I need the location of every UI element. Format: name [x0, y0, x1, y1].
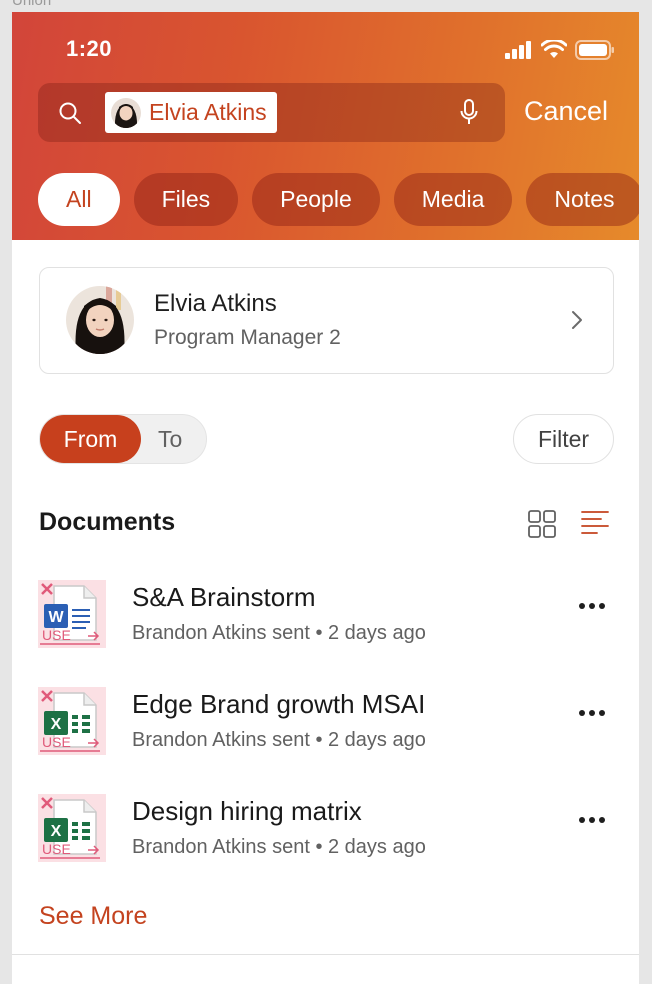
search-chip-name: Elvia Atkins	[149, 99, 267, 125]
more-options-icon[interactable]	[578, 709, 606, 717]
watermark-text: USE	[42, 841, 71, 857]
documents-heading: Documents	[39, 508, 176, 536]
from-option[interactable]: From	[40, 415, 141, 463]
battery-icon	[575, 40, 614, 60]
more-options-icon[interactable]	[578, 602, 606, 610]
document-meta: Brandon Atkins sent • 2 days ago	[132, 729, 426, 751]
excel-file-icon: X USE	[38, 687, 106, 755]
person-name: Elvia Atkins	[154, 290, 277, 317]
filter-button[interactable]: Filter	[513, 414, 614, 464]
document-meta: Brandon Atkins sent • 2 days ago	[132, 836, 426, 858]
list-item[interactable]: X USE Design hiring matrix Brandon Atkin…	[12, 794, 639, 884]
grid-view-icon[interactable]	[528, 510, 556, 538]
divider	[12, 954, 639, 955]
watermark-text: USE	[42, 734, 71, 750]
person-job-title: Program Manager 2	[154, 326, 341, 349]
search-person-chip[interactable]: Elvia Atkins	[105, 92, 277, 133]
excel-app-letter: X	[51, 823, 62, 840]
excel-app-letter: X	[51, 716, 62, 733]
search-header: 1:20 Elvia Atkins Cancel All Files Peopl…	[12, 12, 639, 240]
list-item[interactable]: W USE S&A Brainstorm Brandon Atkins sent…	[12, 580, 639, 670]
word-file-icon: W USE	[38, 580, 106, 648]
document-name: S&A Brainstorm	[132, 582, 316, 612]
chip-avatar	[111, 97, 141, 128]
cancel-button[interactable]: Cancel	[524, 96, 608, 127]
tab-all[interactable]: All	[38, 173, 120, 226]
excel-file-icon: X USE	[38, 794, 106, 862]
document-name: Design hiring matrix	[132, 796, 362, 826]
tab-people[interactable]: People	[252, 173, 380, 226]
person-card[interactable]: Elvia Atkins Program Manager 2	[39, 267, 614, 374]
more-options-icon[interactable]	[578, 816, 606, 824]
chevron-right-icon	[572, 311, 582, 329]
wifi-icon	[541, 40, 567, 58]
status-icons	[505, 40, 615, 60]
word-app-letter: W	[48, 609, 64, 626]
from-to-toggle: From To	[39, 414, 207, 464]
cellular-signal-icon	[505, 41, 531, 59]
tab-notes[interactable]: Notes	[526, 173, 639, 226]
document-meta: Brandon Atkins sent • 2 days ago	[132, 622, 426, 644]
microphone-icon[interactable]	[460, 99, 478, 126]
frame-label: Union	[12, 0, 52, 9]
avatar	[66, 286, 134, 354]
search-bar[interactable]: Elvia Atkins	[38, 83, 505, 142]
list-view-icon[interactable]	[581, 510, 609, 536]
document-name: Edge Brand growth MSAI	[132, 689, 426, 719]
status-time: 1:20	[66, 36, 113, 61]
to-option[interactable]: To	[158, 426, 182, 453]
phone-screen: 1:20 Elvia Atkins Cancel All Files Peopl…	[12, 12, 639, 984]
tab-files[interactable]: Files	[133, 173, 239, 226]
tab-media[interactable]: Media	[393, 173, 513, 226]
search-icon	[59, 102, 81, 124]
list-item[interactable]: X USE Edge Brand growth MSAI Brandon Atk…	[12, 687, 639, 777]
scope-tabs: All Files People Media Notes	[38, 173, 639, 226]
watermark-text: USE	[42, 627, 71, 643]
see-more-link[interactable]: See More	[39, 902, 147, 931]
